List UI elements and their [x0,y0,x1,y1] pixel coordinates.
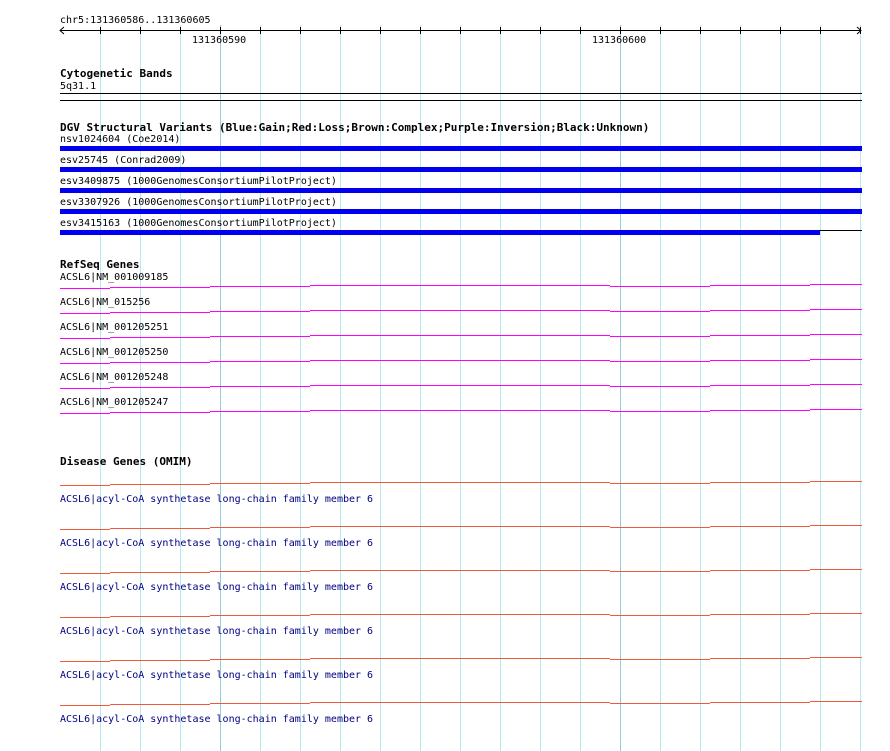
refseq-gene-label[interactable]: ACSL6|NM_015256 [60,297,150,308]
refseq-gene-label[interactable]: ACSL6|NM_001205250 [60,347,168,358]
dgv-variant-bar [60,188,862,193]
genome-browser-view: chr5:131360586..131360605 131360590 1313… [0,0,890,751]
cytoband-label: 5q31.1 [60,81,97,92]
dgv-variant-bar [60,230,820,235]
refseq-gene-label[interactable]: ACSL6|NM_001205251 [60,322,168,333]
omim-gene-label[interactable]: ACSL6|acyl-CoA synthetase long-chain fam… [60,494,373,505]
omim-gene-label[interactable]: ACSL6|acyl-CoA synthetase long-chain fam… [60,582,373,593]
dgv-variant-bar [60,209,862,214]
dgv-variant-label[interactable]: esv25745 (Conrad2009) [60,155,186,166]
cytoband-track-title: Cytogenetic Bands [60,67,173,80]
dgv-variant-bar [60,146,862,151]
dgv-variant-label[interactable]: esv3415163 (1000GenomesConsortiumPilotPr… [60,218,337,229]
ruler-tick-label: 131360590 [192,35,247,46]
dgv-variant-bar [60,167,862,172]
dgv-variant-label[interactable]: esv3409875 (1000GenomesConsortiumPilotPr… [60,176,337,187]
dgv-variant-label[interactable]: esv3307926 (1000GenomesConsortiumPilotPr… [60,197,337,208]
omim-gene-label[interactable]: ACSL6|acyl-CoA synthetase long-chain fam… [60,714,373,725]
refseq-gene-label[interactable]: ACSL6|NM_001009185 [60,272,168,283]
dgv-track-title: DGV Structural Variants (Blue:Gain;Red:L… [60,121,650,134]
location-label: chr5:131360586..131360605 [60,15,211,26]
omim-gene-label[interactable]: ACSL6|acyl-CoA synthetase long-chain fam… [60,538,373,549]
refseq-track-title: RefSeq Genes [60,258,140,271]
dgv-variant-label[interactable]: nsv1024604 (Coe2014) [60,134,180,145]
ruler-tick-label: 131360600 [592,35,647,46]
omim-gene-label[interactable]: ACSL6|acyl-CoA synthetase long-chain fam… [60,626,373,637]
refseq-gene-label[interactable]: ACSL6|NM_001205248 [60,372,168,383]
omim-track-title: Disease Genes (OMIM) [60,455,193,468]
omim-gene-label[interactable]: ACSL6|acyl-CoA synthetase long-chain fam… [60,670,373,681]
refseq-gene-label[interactable]: ACSL6|NM_001205247 [60,397,168,408]
